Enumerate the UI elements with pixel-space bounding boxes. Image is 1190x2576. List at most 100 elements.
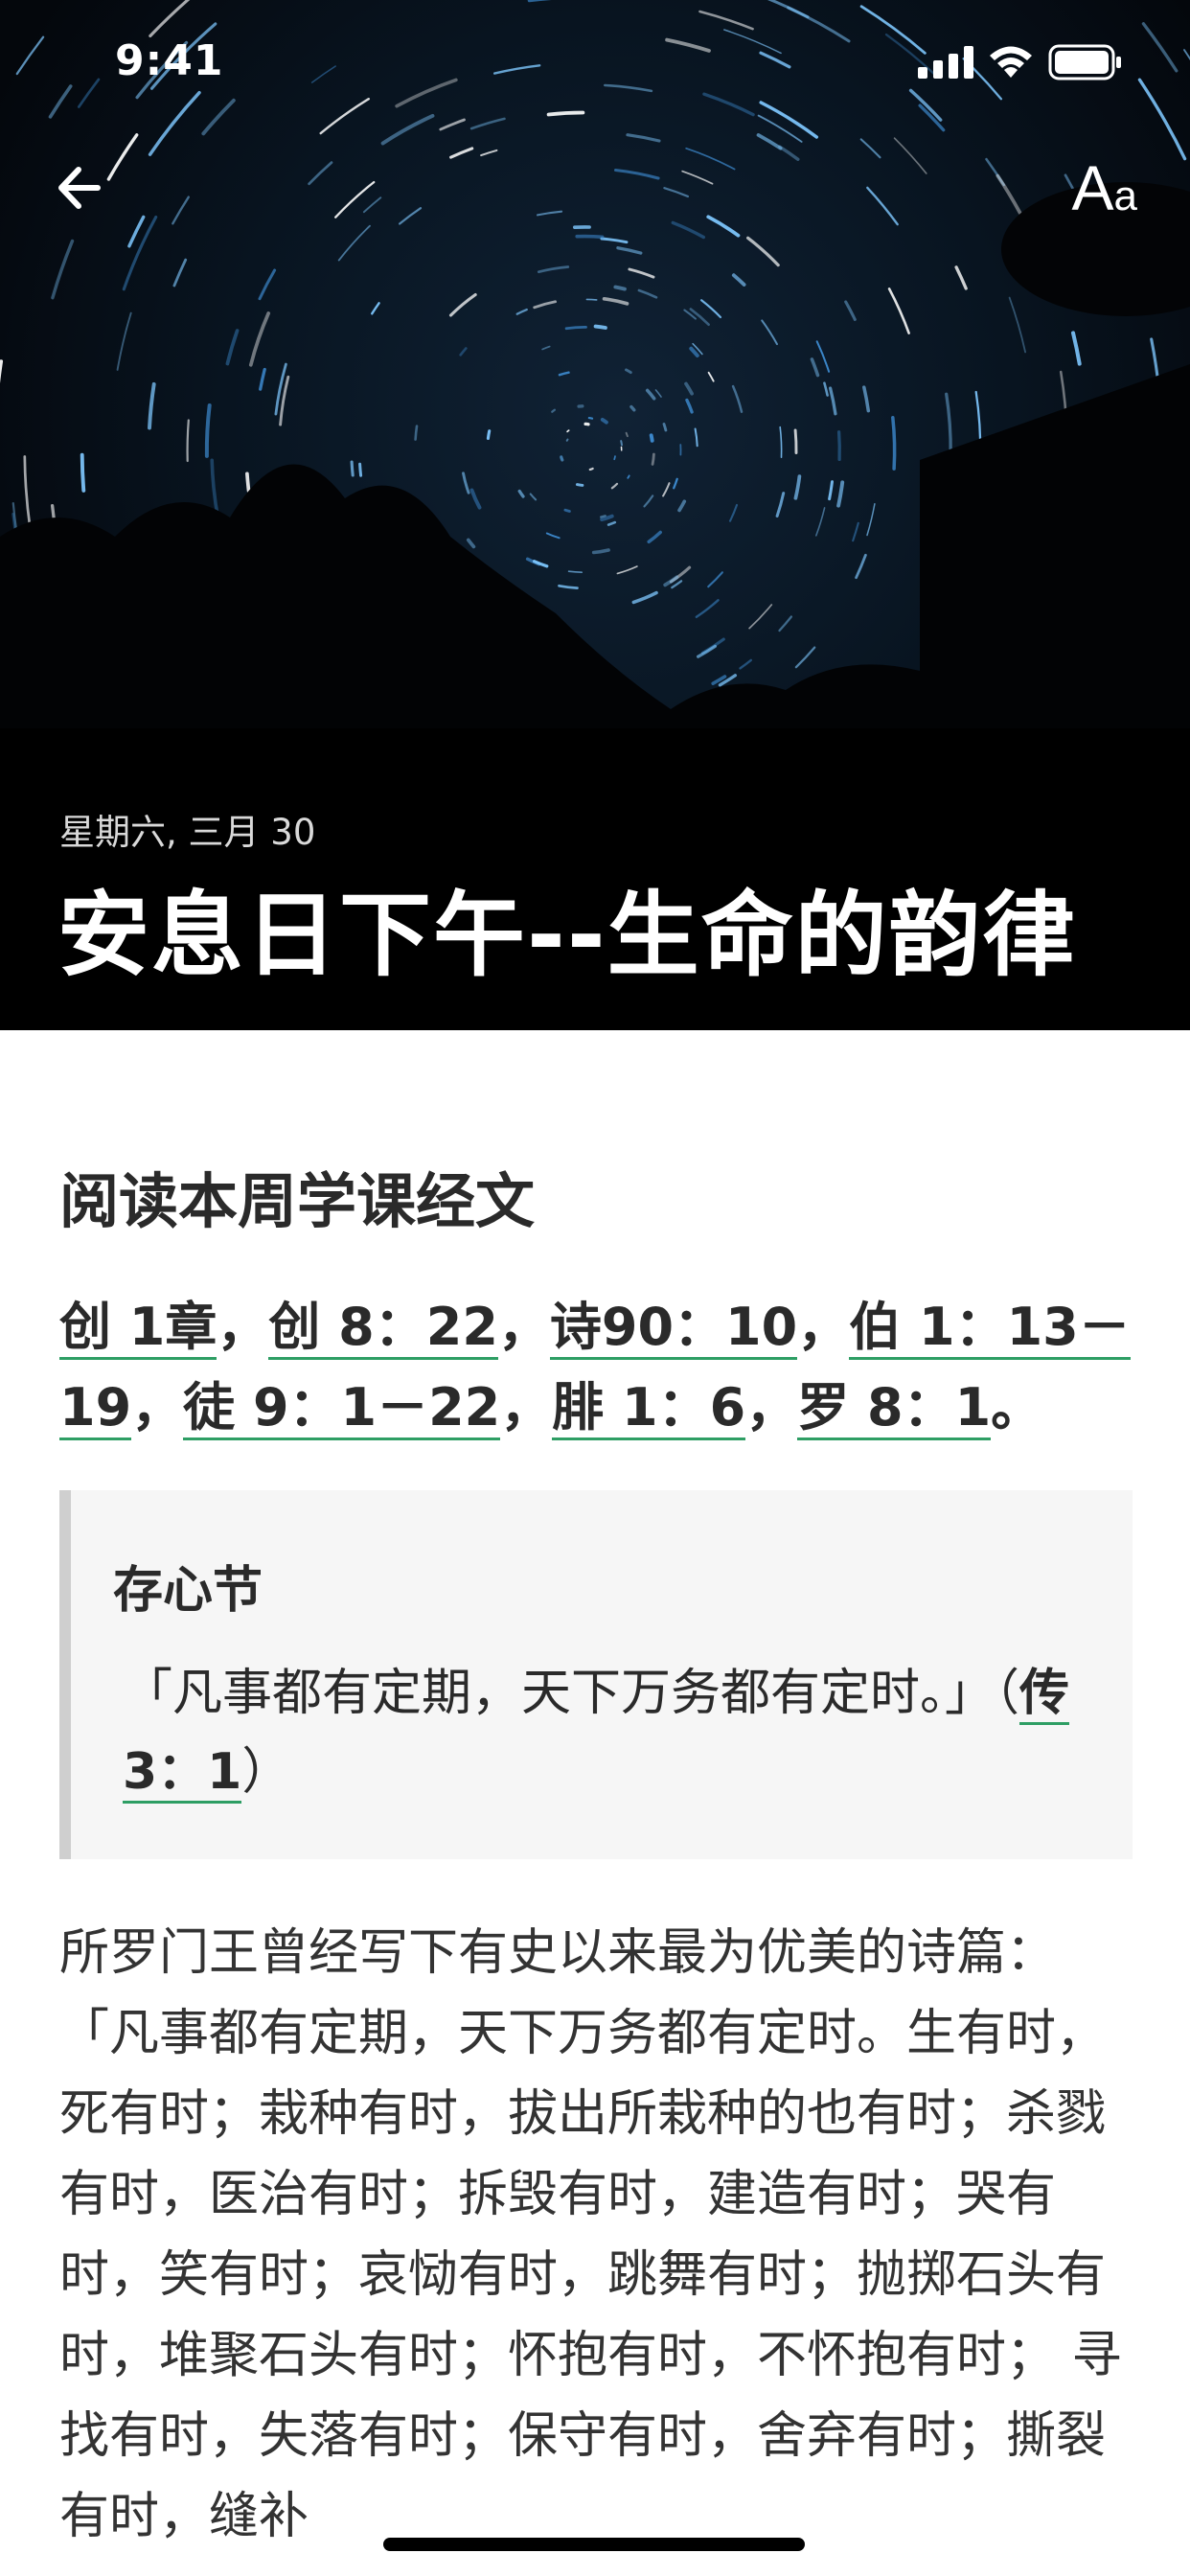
star-trail	[614, 169, 660, 180]
star-trail	[995, 173, 1022, 215]
back-arrow-icon[interactable]	[48, 153, 117, 222]
star-trail	[587, 417, 594, 420]
star-trail	[395, 78, 458, 108]
star-trail	[852, 521, 859, 542]
battery-icon	[1048, 44, 1121, 80]
scripture-link[interactable]: 腓 1：6	[552, 1377, 746, 1440]
star-trail	[778, 615, 793, 632]
star-trail	[620, 440, 623, 447]
star-trail	[810, 357, 820, 378]
star-trail	[248, 311, 271, 367]
star-trail	[1071, 331, 1082, 366]
home-indicator[interactable]	[383, 2538, 805, 2551]
star-trail	[565, 438, 569, 442]
star-trail	[731, 384, 744, 413]
star-trail	[148, 90, 201, 156]
star-trail	[414, 425, 419, 441]
star-trail	[201, 98, 236, 136]
star-trail	[836, 480, 845, 508]
status-icons	[918, 44, 1123, 80]
star-trail	[625, 368, 632, 375]
star-trail	[631, 590, 658, 605]
star-trail	[671, 580, 683, 589]
font-size-big: A	[1071, 152, 1114, 223]
separator: ，	[745, 1377, 798, 1438]
star-trail	[626, 133, 661, 143]
star-trail	[588, 467, 594, 472]
star-trail	[663, 187, 690, 198]
star-trail	[694, 427, 698, 448]
lesson-content: 阅读本周学课经文 创 1章，创 8：22，诗90：10，伯 1：13－19，徒 …	[59, 1030, 1133, 2557]
separator: ，	[497, 1297, 550, 1357]
star-trail	[567, 570, 583, 573]
wifi-icon	[990, 46, 1032, 78]
star-trail	[591, 548, 610, 555]
star-trail	[616, 565, 638, 575]
star-trail	[15, 35, 45, 76]
star-trail	[319, 98, 370, 135]
scripture-link[interactable]: 创 1章	[59, 1297, 217, 1360]
scripture-references: 创 1章，创 8：22，诗90：10，伯 1：13－19，徒 9：1－22，腓 …	[59, 1287, 1133, 1448]
star-trail	[665, 37, 711, 53]
star-trail	[600, 515, 606, 518]
star-trail	[759, 101, 819, 139]
star-trail	[127, 215, 146, 248]
star-trail	[116, 311, 132, 371]
star-trail	[793, 474, 802, 500]
star-trail	[828, 480, 834, 501]
star-trail	[859, 5, 927, 55]
star-trail	[707, 571, 723, 588]
star-trail	[761, 319, 778, 346]
star-trail	[527, 0, 553, 3]
star-trail	[887, 288, 910, 334]
star-trail	[439, 118, 466, 131]
star-trail	[350, 460, 355, 477]
lesson-body: 所罗门王曾经写下有史以来最为优美的诗篇：「凡事都有定期，天下万务都有定时。生有时…	[59, 1924, 1122, 2545]
star-trail	[815, 507, 826, 537]
star-trail	[310, 65, 336, 83]
scripture-link[interactable]: 罗 8：1	[797, 1377, 992, 1440]
star-trail	[1008, 296, 1026, 354]
star-trail	[1141, 22, 1179, 73]
star-trail	[828, 386, 837, 416]
star-trail	[756, 133, 783, 150]
star-trail	[866, 502, 876, 537]
star-trail	[945, 392, 952, 456]
star-trail	[536, 210, 563, 217]
memory-verse-label: 存心节	[113, 1562, 263, 1620]
star-trail	[459, 347, 468, 356]
star-trail	[685, 398, 694, 414]
star-trail	[823, 381, 829, 397]
star-trail	[362, 196, 382, 214]
star-trail	[793, 428, 798, 454]
star-trail	[48, 84, 73, 119]
star-trail	[204, 403, 212, 458]
star-trail	[728, 503, 739, 522]
star-trail	[643, 494, 654, 508]
star-trail	[563, 508, 571, 513]
star-trail	[600, 417, 608, 425]
lesson-date: 星期六, 三月 30	[59, 812, 316, 853]
lesson-title: 安息日下午--生命的韵律	[57, 882, 1077, 989]
star-trail	[462, 472, 470, 494]
separator: ，	[217, 1297, 269, 1357]
scripture-link[interactable]: 创 8：22	[268, 1297, 498, 1360]
star-trail	[778, 145, 800, 161]
star-trail	[663, 575, 679, 587]
star-trail	[627, 474, 630, 479]
scripture-link[interactable]: 诗90：10	[549, 1297, 798, 1360]
star-trail	[684, 381, 694, 396]
star-trail	[891, 415, 897, 471]
star-trail	[625, 431, 629, 438]
star-trail	[51, 239, 75, 300]
star-trail	[616, 246, 643, 255]
status-time: 9:41	[115, 36, 224, 85]
scripture-link[interactable]: 徒 9：1－22	[183, 1377, 501, 1440]
star-trail	[748, 604, 773, 630]
star-trail	[308, 161, 333, 186]
star-trail	[689, 346, 699, 357]
star-trail	[448, 292, 477, 317]
font-size-icon[interactable]: Aa	[1071, 153, 1137, 231]
star-trail	[759, 51, 791, 69]
star-trail	[908, 88, 943, 122]
